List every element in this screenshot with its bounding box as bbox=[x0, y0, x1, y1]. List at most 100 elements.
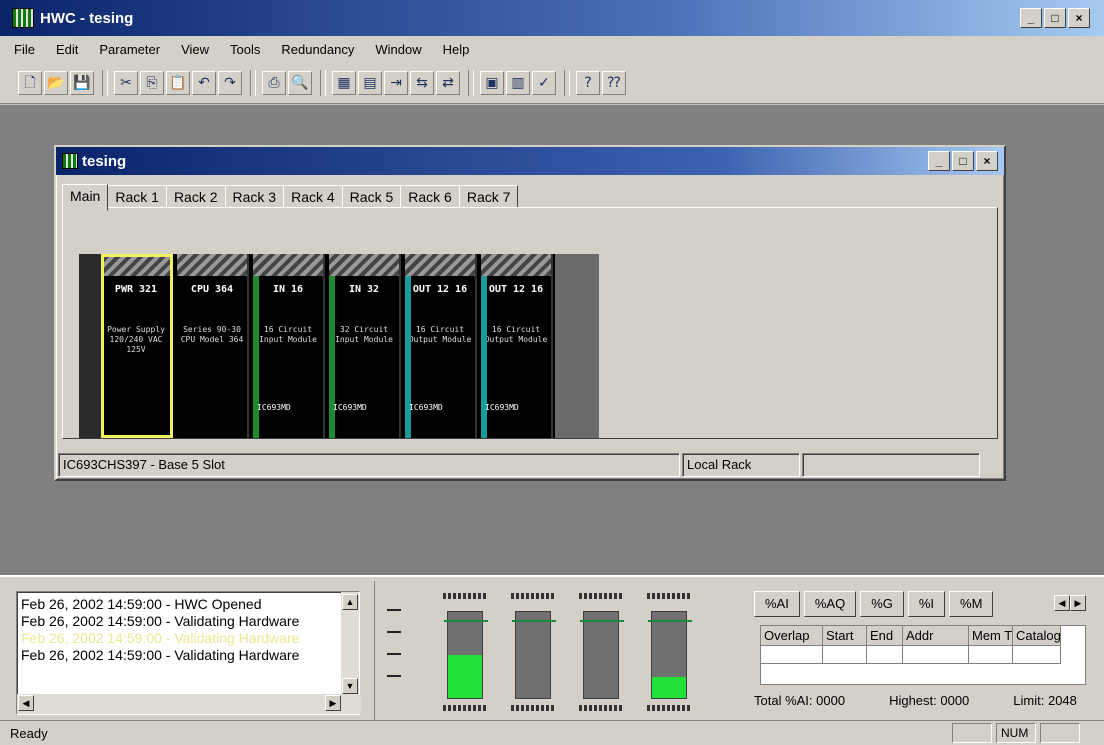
log-entry: Feb 26, 2002 14:59:00 - Validating Hardw… bbox=[21, 613, 300, 629]
child-title-bar[interactable]: tesing _ □ × bbox=[56, 147, 1004, 175]
insert-icon[interactable]: ⇥ bbox=[384, 70, 408, 95]
child-status-bar: IC693CHS397 - Base 5 Slot Local Rack bbox=[58, 453, 1002, 477]
memory-gauge-2 bbox=[580, 611, 624, 699]
context-help-icon[interactable]: ⁇ bbox=[602, 70, 626, 95]
tab-rack-7[interactable]: Rack 7 bbox=[458, 185, 519, 209]
column-header[interactable]: Start bbox=[823, 626, 867, 646]
menu-item-edit[interactable]: Edit bbox=[56, 42, 78, 57]
rack-tabs: Main Rack 1 Rack 2 Rack 3 Rack 4 Rack 5 Rack 6… bbox=[62, 183, 519, 211]
rack-slot-1[interactable]: CPU 364 Series 90-30 CPU Model 364 bbox=[177, 254, 249, 438]
column-header[interactable]: Mem T bbox=[969, 626, 1013, 646]
slot-label: CPU 364 bbox=[190, 284, 234, 295]
menu-item-view[interactable]: View bbox=[181, 42, 209, 57]
menu-item-redundancy[interactable]: Redundancy bbox=[281, 42, 354, 57]
table-cell[interactable] bbox=[761, 646, 823, 664]
rack-slot-3[interactable]: IN 32 32 Circuit Input Module IC693MD bbox=[329, 254, 401, 438]
tab-rack-2[interactable]: Rack 2 bbox=[165, 185, 226, 209]
column-header[interactable]: Catalog bbox=[1013, 626, 1061, 646]
memory-gauges bbox=[374, 581, 740, 721]
rack-slot-2[interactable]: IN 16 16 Circuit Input Module IC693MD bbox=[253, 254, 325, 438]
table-cell[interactable] bbox=[969, 646, 1013, 664]
column-header[interactable]: Overlap bbox=[761, 626, 823, 646]
slot-catalog: IC693MD bbox=[409, 403, 443, 412]
table-cell[interactable] bbox=[823, 646, 867, 664]
child-minimize-button[interactable]: _ bbox=[928, 151, 950, 171]
tab-main[interactable]: Main bbox=[62, 184, 109, 211]
tab-rack-5[interactable]: Rack 5 bbox=[341, 185, 402, 209]
rack-slot-4[interactable]: OUT 12 16 16 Circuit Output Module IC693MD bbox=[405, 254, 477, 438]
redundancy-b-icon[interactable]: ⇄ bbox=[436, 70, 460, 95]
module-icon[interactable]: ▤ bbox=[358, 70, 382, 95]
paste-icon[interactable]: 📋 bbox=[166, 70, 190, 95]
log-horizontal-scrollbar[interactable]: ◀ ▶ bbox=[17, 694, 361, 714]
ref-tab-g[interactable]: %G bbox=[860, 591, 904, 617]
new-icon[interactable]: 🗋 bbox=[18, 70, 42, 95]
cpu-icon[interactable]: ▦ bbox=[332, 70, 356, 95]
tab-scroll-left-icon[interactable]: ◀ bbox=[1054, 595, 1070, 611]
column-header[interactable]: Addr bbox=[903, 626, 969, 646]
tab-rack-3[interactable]: Rack 3 bbox=[224, 185, 285, 209]
scroll-left-icon[interactable]: ◀ bbox=[18, 695, 34, 711]
print-preview-icon[interactable]: 🔍 bbox=[288, 70, 312, 95]
gauge-limit-line bbox=[444, 620, 488, 622]
table-row[interactable] bbox=[761, 646, 1085, 664]
scroll-right-icon[interactable]: ▶ bbox=[325, 695, 341, 711]
rack-slot-5[interactable]: OUT 12 16 16 Circuit Output Module IC693MD bbox=[481, 254, 553, 438]
table-cell[interactable] bbox=[1013, 646, 1061, 664]
rack-rail-left bbox=[79, 254, 101, 438]
table-cell[interactable] bbox=[903, 646, 969, 664]
bottom-panel: Feb 26, 2002 14:59:00 - HWC Opened Feb 26… bbox=[0, 575, 1104, 721]
menu-item-window[interactable]: Window bbox=[375, 42, 421, 57]
menu-item-parameter[interactable]: Parameter bbox=[99, 42, 160, 57]
extra-status bbox=[802, 453, 980, 477]
scroll-down-icon[interactable]: ▼ bbox=[342, 678, 358, 694]
status-bar: Ready NUM bbox=[0, 720, 1104, 745]
base-status: IC693CHS397 - Base 5 Slot bbox=[58, 453, 680, 477]
gauge-footer bbox=[511, 705, 555, 711]
tab-scroll-right-icon[interactable]: ▶ bbox=[1070, 595, 1086, 611]
menu-item-file[interactable]: File bbox=[14, 42, 35, 57]
report-icon[interactable]: ▥ bbox=[506, 70, 530, 95]
ref-tab-ai[interactable]: %AI bbox=[754, 591, 800, 617]
scroll-up-icon[interactable]: ▲ bbox=[342, 594, 358, 610]
slot-label: IN 16 bbox=[272, 284, 304, 295]
rack-slot-0[interactable]: PWR 321 Power Supply 120/240 VAC 125V bbox=[101, 254, 173, 438]
slot-color-stripe bbox=[481, 276, 487, 438]
log-vertical-scrollbar[interactable]: ▲ ▼ bbox=[341, 592, 359, 696]
limit-label: Limit: 2048 bbox=[1013, 693, 1077, 708]
app-title-bar[interactable]: HWC - tesing _ □ × bbox=[0, 0, 1104, 36]
redo-icon[interactable]: ↷ bbox=[218, 70, 242, 95]
ref-tab-aq[interactable]: %AQ bbox=[803, 591, 857, 617]
tab-rack-1[interactable]: Rack 1 bbox=[107, 185, 167, 209]
table-cell[interactable] bbox=[867, 646, 903, 664]
ref-tab-i[interactable]: %I bbox=[907, 591, 946, 617]
tab-rack-4[interactable]: Rack 4 bbox=[283, 185, 343, 209]
undo-icon[interactable]: ↶ bbox=[192, 70, 216, 95]
help-icon[interactable]: ? bbox=[576, 70, 600, 95]
close-button[interactable]: × bbox=[1068, 8, 1090, 28]
slot-catalog: IC693MD bbox=[485, 403, 519, 412]
slot-color-stripe bbox=[253, 276, 259, 438]
open-icon[interactable]: 📂 bbox=[44, 70, 68, 95]
save-icon[interactable]: 💾 bbox=[70, 70, 94, 95]
print-icon[interactable]: ⎙ bbox=[262, 70, 286, 95]
menu-item-help[interactable]: Help bbox=[443, 42, 470, 57]
maximize-button[interactable]: □ bbox=[1044, 8, 1066, 28]
verify-icon[interactable]: ✓ bbox=[532, 70, 556, 95]
column-header[interactable]: End bbox=[867, 626, 903, 646]
tab-rack-6[interactable]: Rack 6 bbox=[400, 185, 460, 209]
cut-icon[interactable]: ✂ bbox=[114, 70, 138, 95]
redundancy-a-icon[interactable]: ⇆ bbox=[410, 70, 434, 95]
menu-item-tools[interactable]: Tools bbox=[230, 42, 260, 57]
log-entry: Feb 26, 2002 14:59:00 - Validating Hardw… bbox=[21, 647, 300, 663]
child-close-button[interactable]: × bbox=[976, 151, 998, 171]
toolbar-separator bbox=[102, 69, 108, 96]
child-title: tesing bbox=[82, 152, 127, 170]
reference-icon[interactable]: ▣ bbox=[480, 70, 504, 95]
ref-tab-m[interactable]: %M bbox=[949, 591, 994, 617]
minimize-button[interactable]: _ bbox=[1020, 8, 1042, 28]
memory-gauge-0 bbox=[444, 611, 488, 699]
copy-icon[interactable]: ⎘ bbox=[140, 70, 164, 95]
status-panel-num: NUM bbox=[996, 723, 1036, 743]
child-maximize-button[interactable]: □ bbox=[952, 151, 974, 171]
